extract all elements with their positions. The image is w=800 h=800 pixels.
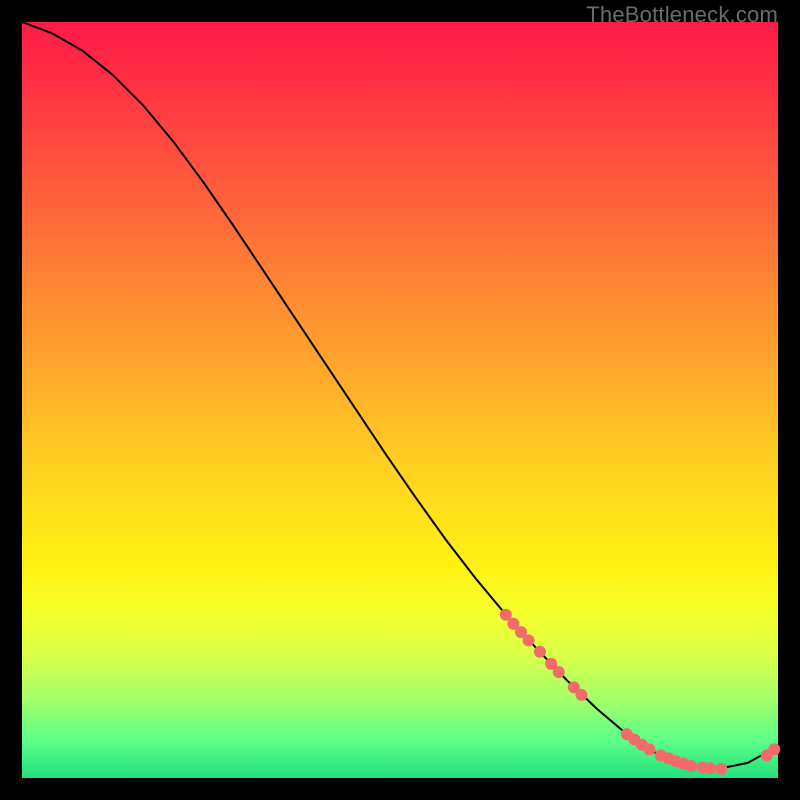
data-point	[685, 760, 697, 772]
chart-stage: TheBottleneck.com	[0, 0, 800, 800]
bottleneck-curve	[22, 22, 778, 769]
data-point	[553, 666, 565, 678]
chart-svg	[22, 22, 778, 778]
data-point	[704, 762, 716, 774]
data-point	[534, 646, 546, 658]
data-point	[715, 763, 727, 775]
plot-area	[22, 22, 778, 778]
data-point	[768, 743, 780, 755]
data-point	[575, 689, 587, 701]
data-point	[643, 743, 655, 755]
marker-group	[500, 609, 780, 775]
data-point	[523, 634, 535, 646]
